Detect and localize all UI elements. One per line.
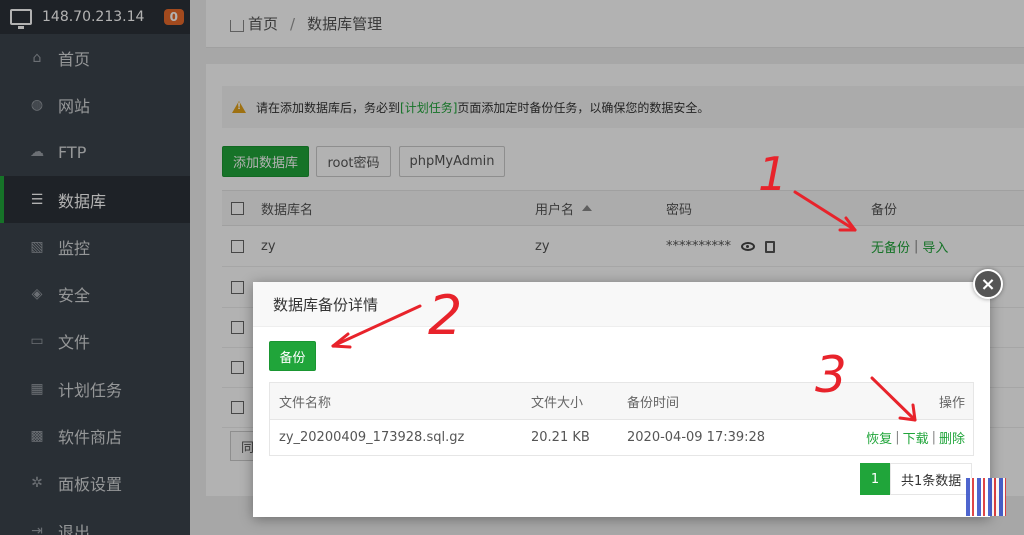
delete-link[interactable]: 删除 [939,428,965,447]
page-current[interactable]: 1 [860,463,890,495]
col-ops: 操作 [938,395,965,411]
backup-button[interactable]: 备份 [269,341,316,371]
backup-time: 2020-04-09 17:39:28 [627,430,766,445]
dialog-pager: 1 共1条数据 [860,463,973,495]
download-link[interactable]: 下载 [903,428,929,447]
col-size: 文件大小 [531,395,584,411]
close-icon[interactable]: × [973,269,1003,299]
backup-table-header: 文件名称 文件大小 备份时间 操作 [270,383,973,420]
link-separator: | [931,430,936,445]
backup-size: 20.21 KB [531,430,590,445]
col-file: 文件名称 [279,395,332,411]
backup-detail-dialog: 数据库备份详情 备份 文件名称 文件大小 备份时间 操作 zy_20200409… [253,282,990,517]
page-info: 共1条数据 [890,463,973,495]
backup-filename: zy_20200409_173928.sql.gz [279,430,465,445]
backup-table: 文件名称 文件大小 备份时间 操作 zy_20200409_173928.sql… [269,382,974,456]
link-separator: | [895,430,900,445]
col-time: 备份时间 [627,395,680,411]
qr-code-image [966,478,1006,516]
backup-row: zy_20200409_173928.sql.gz 20.21 KB 2020-… [270,420,973,455]
restore-link[interactable]: 恢复 [866,428,892,447]
dialog-title: 数据库备份详情 [253,282,990,327]
